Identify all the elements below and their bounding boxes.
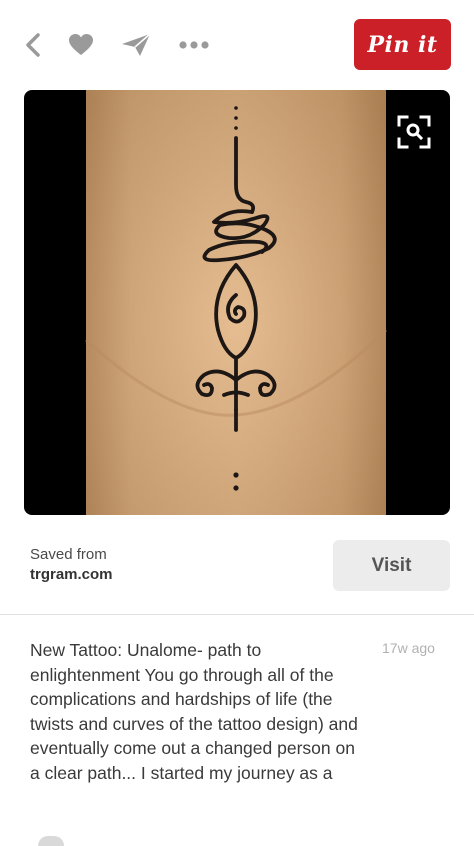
pin-it-button[interactable]: Pin it <box>354 19 451 70</box>
pin-description: New Tattoo: Unalome- path to enlightenme… <box>30 640 358 783</box>
time-ago: 17w ago <box>382 640 435 656</box>
back-icon[interactable] <box>16 28 50 62</box>
avatar <box>38 836 64 846</box>
top-toolbar: Pin it <box>0 0 474 90</box>
send-icon[interactable] <box>119 28 153 62</box>
source-domain-link[interactable]: trgram.com <box>30 565 113 585</box>
heart-icon[interactable] <box>64 28 98 62</box>
pin-image[interactable] <box>24 90 450 515</box>
pin-source: Saved from trgram.com <box>30 545 113 585</box>
saved-from-label: Saved from <box>30 546 107 563</box>
visit-button[interactable]: Visit <box>333 540 450 591</box>
divider <box>0 614 474 615</box>
tattoo-photo <box>84 90 388 515</box>
more-icon[interactable] <box>177 28 211 62</box>
visual-search-icon[interactable] <box>392 110 436 154</box>
